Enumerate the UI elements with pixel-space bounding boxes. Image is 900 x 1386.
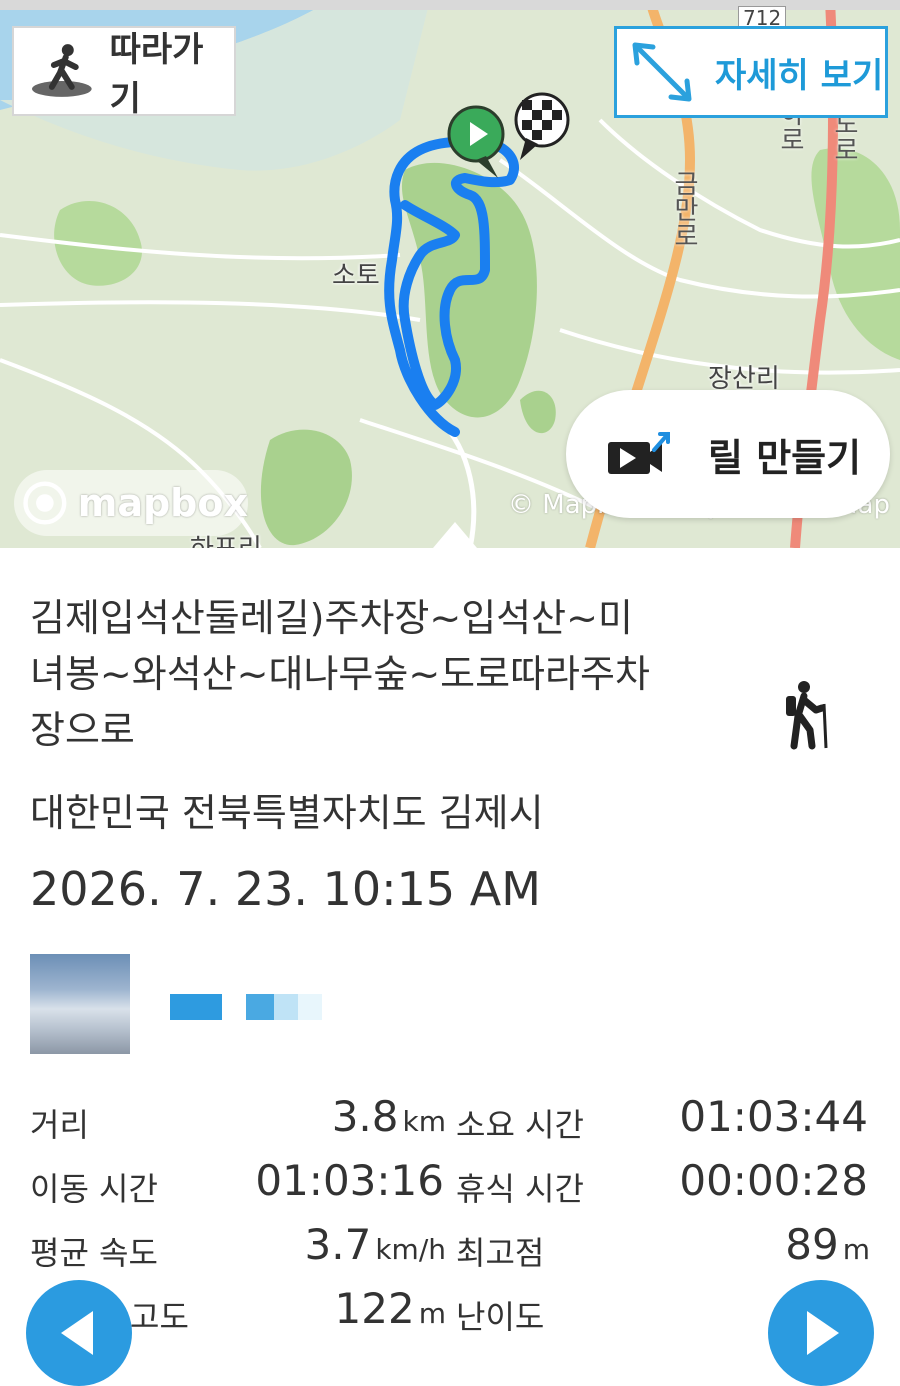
detail-view-button[interactable]: 자세히 보기: [614, 26, 888, 118]
create-reel-label: 릴 만들기: [708, 435, 862, 480]
difficulty-label: 난이도: [456, 1298, 545, 1336]
blurred-username: [246, 994, 274, 1020]
follow-hiker-icon: [32, 44, 92, 97]
elevation-gain-label: 고도: [130, 1298, 189, 1336]
map-pointer: [433, 522, 477, 548]
blurred-username: [170, 994, 222, 1020]
avg-speed-label: 평균 속도: [30, 1234, 158, 1272]
moving-time-label: 이동 시간: [30, 1170, 158, 1208]
expand-arrows-icon: [632, 42, 692, 102]
blurred-username: [274, 994, 298, 1020]
total-time-label: 소요 시간: [456, 1106, 584, 1144]
follow-button-label: 따라가기: [109, 30, 204, 119]
trail-datetime: 2026. 7. 23. 10:15 AM: [30, 862, 541, 916]
route-map[interactable]: 소토 장산리 금만로 하로 도로 712 하포리 따라가기 자세히 보기 map…: [0, 0, 900, 548]
create-reel-button[interactable]: 릴 만들기: [566, 390, 890, 518]
detail-view-label: 자세히 보기: [715, 55, 884, 96]
start-marker-icon[interactable]: [446, 104, 508, 182]
max-altitude-unit: m: [842, 1233, 870, 1266]
distance-value: 3.8 km: [332, 1092, 446, 1141]
max-altitude-value: 89 m: [785, 1220, 870, 1269]
mapbox-logo[interactable]: mapbox: [14, 470, 248, 536]
avg-speed-number: 3.7: [304, 1220, 372, 1269]
trail-title: 김제입석산둘레길)주차장~입석산~미녀봉~와석산~대나무숲~도로따라주차장으로: [30, 596, 650, 752]
trail-location: 대한민국 전북특별자치도 김제시: [30, 791, 544, 835]
max-altitude-number: 89: [785, 1220, 839, 1269]
follow-button[interactable]: 따라가기: [12, 26, 236, 119]
next-arrow-icon: [807, 1311, 839, 1355]
map-label-village: 소토: [332, 261, 380, 291]
max-altitude-label: 최고점: [456, 1234, 545, 1272]
avg-speed-unit: km/h: [375, 1233, 446, 1266]
rest-time-label: 휴식 시간: [456, 1170, 584, 1208]
mapbox-logo-icon: [23, 481, 67, 525]
total-time-value: 01:03:44: [679, 1092, 868, 1141]
video-camera-icon: [608, 432, 670, 474]
avg-speed-value: 3.7 km/h: [305, 1220, 446, 1269]
user-avatar[interactable]: [30, 954, 130, 1054]
previous-arrow-icon: [61, 1311, 93, 1355]
map-label-road: 금만로: [669, 170, 699, 248]
hiker-icon: [786, 681, 828, 750]
next-button[interactable]: [768, 1280, 874, 1386]
rest-time-value: 00:00:28: [679, 1156, 868, 1205]
finish-marker-icon[interactable]: [512, 92, 572, 162]
blurred-username: [298, 994, 322, 1020]
elevation-gain-value: 122 m: [335, 1284, 446, 1333]
distance-number: 3.8: [331, 1092, 399, 1141]
distance-label: 거리: [30, 1106, 89, 1144]
mapbox-logo-text: mapbox: [77, 481, 248, 525]
moving-time-value: 01:03:16: [255, 1156, 444, 1205]
previous-button[interactable]: [26, 1280, 132, 1386]
elevation-gain-unit: m: [418, 1297, 446, 1330]
distance-unit: km: [402, 1105, 447, 1138]
elevation-gain-number: 122: [334, 1284, 415, 1333]
